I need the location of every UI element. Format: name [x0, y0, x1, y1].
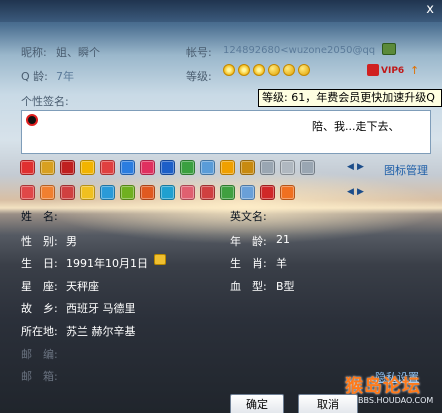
moon-icon: [268, 64, 280, 76]
postcode-label: 邮 编:: [21, 348, 58, 361]
service-icon[interactable]: [120, 185, 135, 200]
service-icons-row-2: [20, 185, 295, 203]
title-bar: x: [0, 0, 442, 22]
blood-type-label: 血 型:: [230, 280, 267, 293]
service-icon[interactable]: [220, 185, 235, 200]
forum-watermark-url: BBS.HOUDAO.COM: [358, 396, 434, 405]
vip-badge[interactable]: VIP6: [381, 66, 404, 76]
email-label: 邮 箱:: [21, 370, 58, 383]
service-icon[interactable]: [160, 160, 175, 175]
icon-manage-link[interactable]: 图标管理: [384, 162, 428, 178]
zodiac-value: 羊: [276, 257, 287, 270]
service-icon[interactable]: [100, 160, 115, 175]
service-icon[interactable]: [60, 185, 75, 200]
vip-crown-icon: [367, 64, 379, 76]
service-icon[interactable]: [80, 185, 95, 200]
account-label: 帐号:: [186, 46, 212, 59]
signature-field[interactable]: 陪、我...走下去、: [21, 110, 431, 154]
moon-icon: [283, 64, 295, 76]
icons-prev-arrow-icon[interactable]: ◀: [347, 162, 354, 172]
service-icon[interactable]: [260, 160, 275, 175]
icons2-next-arrow-icon[interactable]: ▶: [357, 187, 364, 197]
icons-next-arrow-icon[interactable]: ▶: [357, 162, 364, 172]
service-icon[interactable]: [240, 185, 255, 200]
sun-icon: [253, 64, 265, 76]
level-label: 等级:: [186, 70, 212, 83]
service-icon[interactable]: [300, 160, 315, 175]
gender-label: 性 别:: [21, 235, 58, 248]
level-tooltip: 等级: 61，年费会员更快加速升级Q: [258, 89, 442, 107]
blood-type-value: B型: [276, 280, 295, 293]
service-icon[interactable]: [260, 185, 275, 200]
service-icon[interactable]: [180, 160, 195, 175]
location-value: 苏兰 赫尔辛基: [66, 325, 136, 338]
service-icon[interactable]: [220, 160, 235, 175]
profile-window: { "window": {"close_glyph": "x"}, "basic…: [0, 0, 442, 413]
zodiac-label: 生 肖:: [230, 257, 267, 270]
service-icon[interactable]: [40, 160, 55, 175]
vip-up-arrow-icon: ↑: [410, 64, 420, 77]
qage-label: Q 龄:: [21, 70, 48, 83]
birthday-value: 1991年10月1日: [66, 257, 148, 270]
service-icons-row-1: [20, 160, 315, 178]
service-icon[interactable]: [160, 185, 175, 200]
signature-label: 个性签名:: [21, 95, 69, 108]
name-label: 姓 名:: [21, 210, 58, 223]
qage-value: 7年: [56, 70, 74, 83]
signature-text: 陪、我...走下去、: [312, 120, 400, 133]
gender-value: 男: [66, 235, 77, 248]
hometown-label: 故 乡:: [21, 302, 58, 315]
service-icon[interactable]: [140, 185, 155, 200]
service-icon[interactable]: [140, 160, 155, 175]
service-icon[interactable]: [80, 160, 95, 175]
service-icon[interactable]: [280, 185, 295, 200]
sun-icon: [238, 64, 250, 76]
english-name-label: 英文名:: [230, 210, 267, 223]
nickname-label: 昵称:: [21, 46, 47, 59]
level-badges: [223, 64, 313, 76]
star-sign-value: 天秤座: [66, 280, 99, 293]
close-icon[interactable]: x: [426, 2, 434, 17]
icons2-prev-arrow-icon[interactable]: ◀: [347, 187, 354, 197]
age-value: 21: [276, 233, 290, 246]
service-icon[interactable]: [180, 185, 195, 200]
service-icon[interactable]: [240, 160, 255, 175]
star-sign-label: 星 座:: [21, 280, 58, 293]
service-icon[interactable]: [20, 185, 35, 200]
account-value: 124892680<wuzone2050@qq: [223, 45, 376, 56]
service-icon[interactable]: [40, 185, 55, 200]
location-label: 所在地:: [21, 325, 58, 338]
cancel-button[interactable]: 取消: [298, 394, 358, 413]
birthday-label: 生 日:: [21, 257, 58, 270]
age-label: 年 龄:: [230, 235, 267, 248]
service-icon[interactable]: [200, 160, 215, 175]
service-icon[interactable]: [100, 185, 115, 200]
birthday-cake-icon: [154, 254, 166, 265]
service-icon[interactable]: [60, 160, 75, 175]
service-icon[interactable]: [120, 160, 135, 175]
ok-button[interactable]: 确定: [230, 394, 284, 413]
service-icon[interactable]: [20, 160, 35, 175]
service-icon[interactable]: [280, 160, 295, 175]
nickname-value: 姐、瞬个: [56, 46, 100, 59]
moon-icon: [298, 64, 310, 76]
hometown-value: 西班牙 马德里: [66, 302, 136, 315]
account-card-icon[interactable]: [382, 43, 396, 55]
qq-penguin-icon: [26, 114, 38, 126]
service-icon[interactable]: [200, 185, 215, 200]
sun-icon: [223, 64, 235, 76]
